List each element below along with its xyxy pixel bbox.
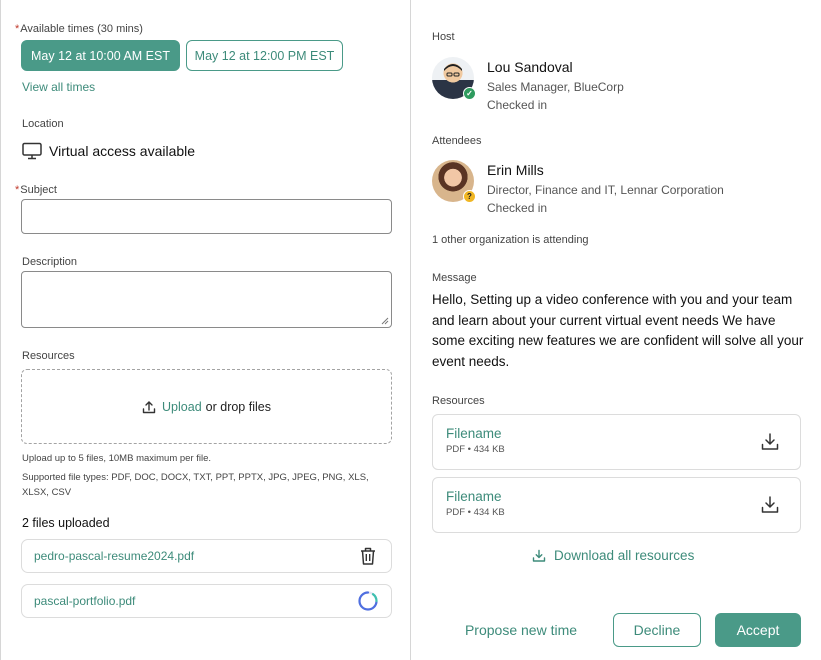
- available-times-label: *Available times (30 mins): [15, 23, 143, 35]
- host-label: Host: [432, 31, 455, 43]
- propose-new-time-button[interactable]: Propose new time: [458, 613, 584, 647]
- download-all-resources-link[interactable]: Download all resources: [532, 548, 694, 563]
- subject-field[interactable]: [21, 199, 392, 234]
- upload-icon: [142, 400, 156, 414]
- description-field[interactable]: [21, 271, 392, 328]
- attendee-title: Director, Finance and IT, Lennar Corpora…: [487, 183, 724, 197]
- resource-card: Filename PDF • 434 KB: [432, 477, 801, 533]
- attendee-status: Checked in: [487, 201, 548, 215]
- resize-handle-icon[interactable]: [381, 317, 389, 325]
- loading-spinner-icon: [357, 590, 379, 612]
- description-label: Description: [22, 256, 78, 268]
- avatar: ?: [432, 160, 476, 203]
- avatar: ✓: [432, 57, 476, 100]
- message-label: Message: [432, 272, 477, 284]
- location-text: Virtual access available: [49, 143, 196, 159]
- resource-meta: PDF • 434 KB: [446, 507, 505, 518]
- description-textarea[interactable]: [22, 272, 391, 327]
- file-dropzone[interactable]: Upload or drop files: [21, 369, 392, 444]
- subject-label: *Subject: [15, 184, 57, 196]
- resource-card: Filename PDF • 434 KB: [432, 414, 801, 470]
- subject-input[interactable]: [22, 200, 391, 233]
- location-value: Virtual access available: [22, 142, 195, 160]
- time-slot-button-2[interactable]: May 12 at 12:00 PM EST: [186, 40, 343, 71]
- download-icon[interactable]: [760, 432, 780, 452]
- supported-file-types: Supported file types: PDF, DOC, DOCX, TX…: [22, 472, 369, 498]
- resources-label: Resources: [22, 350, 75, 362]
- upload-link[interactable]: Upload: [162, 400, 202, 414]
- uploading-file-row: pascal-portfolio.pdf: [21, 584, 392, 618]
- view-all-times-link[interactable]: View all times: [22, 80, 95, 94]
- accept-button[interactable]: Accept: [715, 613, 801, 647]
- host-status: Checked in: [487, 98, 548, 112]
- other-organizations-note: 1 other organization is attending: [432, 234, 589, 246]
- host-name: Lou Sandoval: [487, 59, 573, 75]
- location-label: Location: [22, 118, 64, 130]
- attendees-label: Attendees: [432, 135, 482, 147]
- download-icon: [532, 549, 546, 563]
- attendee-card: ? Erin Mills Director, Finance and IT, L…: [432, 160, 724, 217]
- uploaded-file-name[interactable]: pedro-pascal-resume2024.pdf: [34, 549, 357, 563]
- monitor-icon: [22, 142, 42, 160]
- download-icon[interactable]: [760, 495, 780, 515]
- resource-filename[interactable]: Filename: [446, 426, 787, 441]
- upload-limit-hint: Upload up to 5 files, 10MB maximum per f…: [22, 453, 212, 464]
- uploaded-file-row: pedro-pascal-resume2024.pdf: [21, 539, 392, 573]
- drop-files-text: or drop files: [205, 399, 271, 414]
- check-badge-icon: ✓: [463, 87, 476, 100]
- resource-filename[interactable]: Filename: [446, 489, 787, 504]
- time-slot-button-1[interactable]: May 12 at 10:00 AM EST: [21, 40, 180, 71]
- decline-button[interactable]: Decline: [613, 613, 701, 647]
- uploading-file-name[interactable]: pascal-portfolio.pdf: [34, 594, 357, 608]
- files-uploaded-count: 2 files uploaded: [22, 516, 110, 530]
- meeting-request-form: *Available times (30 mins) May 12 at 10:…: [0, 0, 411, 660]
- download-all-label: Download all resources: [554, 548, 695, 563]
- host-title: Sales Manager, BlueCorp: [487, 80, 624, 94]
- trash-icon[interactable]: [357, 545, 379, 567]
- message-body: Hello, Setting up a video conference wit…: [432, 292, 804, 369]
- attendee-name: Erin Mills: [487, 162, 544, 178]
- resources-label: Resources: [432, 395, 485, 407]
- resource-meta: PDF • 434 KB: [446, 444, 505, 455]
- host-card: ✓ Lou Sandoval Sales Manager, BlueCorp C…: [432, 57, 624, 114]
- pending-badge-icon: ?: [463, 190, 476, 203]
